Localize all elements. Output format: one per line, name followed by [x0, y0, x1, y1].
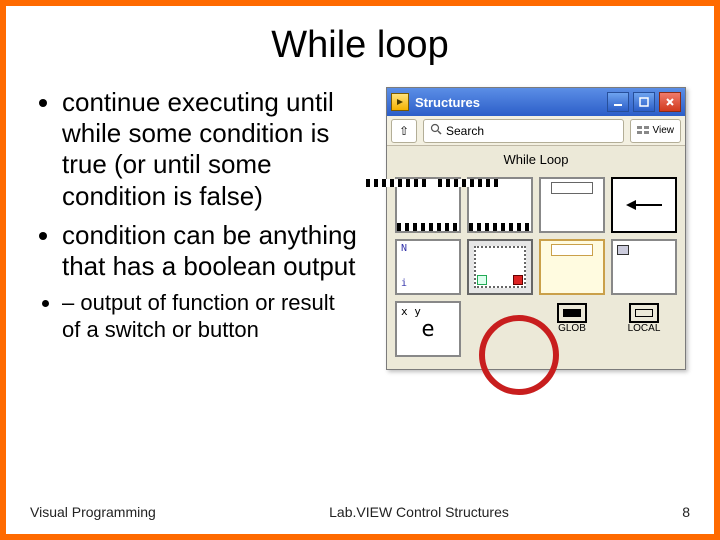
- bulleted-text: continue executing until while some cond…: [34, 87, 358, 351]
- window-title-text: Structures: [415, 95, 480, 110]
- formula-node-icon[interactable]: x y e: [395, 301, 461, 357]
- palette-section-label: While Loop: [387, 146, 685, 173]
- footer-center: Lab.VIEW Control Structures: [329, 504, 509, 520]
- maximize-button[interactable]: [633, 92, 655, 112]
- search-button[interactable]: Search: [423, 119, 624, 143]
- search-label: Search: [446, 124, 484, 138]
- local-var-icon[interactable]: LOCAL: [611, 301, 677, 357]
- slide-footer: Visual Programming Lab.VIEW Control Stru…: [30, 504, 690, 520]
- palette-toolbar: ⇧ Search View: [387, 116, 685, 146]
- for-loop-icon[interactable]: [395, 239, 461, 295]
- structures-palette-window: Structures ⇧: [386, 87, 686, 370]
- view-icon: [637, 124, 649, 138]
- window-title-bar: Structures: [387, 88, 685, 116]
- structures-grid: x y e GLOB LOCAL: [387, 173, 685, 369]
- palette-icon: [391, 93, 409, 111]
- view-button[interactable]: View: [630, 119, 682, 143]
- screenshot-column: Structures ⇧: [366, 87, 686, 370]
- up-button[interactable]: ⇧: [391, 119, 417, 143]
- global-var-icon[interactable]: GLOB: [539, 301, 605, 357]
- footer-left: Visual Programming: [30, 504, 156, 520]
- slide-title: While loop: [34, 24, 686, 67]
- event-structure-icon[interactable]: [539, 239, 605, 295]
- view-label: View: [653, 125, 675, 136]
- iteration-terminal-icon: [477, 275, 487, 285]
- bullet-2: condition can be anything that has a boo…: [62, 220, 358, 282]
- close-button[interactable]: [659, 92, 681, 112]
- sub-bullet-1: output of function or result of a switch…: [62, 290, 358, 343]
- stacked-sequence-icon[interactable]: [467, 177, 533, 233]
- minimize-button[interactable]: [607, 92, 629, 112]
- feedback-node-icon[interactable]: [611, 177, 677, 233]
- body-row: continue executing until while some cond…: [34, 87, 686, 370]
- case-structure-icon[interactable]: [539, 177, 605, 233]
- timed-structure-icon[interactable]: [611, 239, 677, 295]
- slide: While loop continue executing until whil…: [0, 0, 720, 540]
- footer-page-number: 8: [682, 504, 690, 520]
- bullet-1: continue executing until while some cond…: [62, 87, 358, 212]
- conditional-terminal-icon: [513, 275, 523, 285]
- while-loop-icon[interactable]: [467, 239, 533, 295]
- search-icon: [430, 123, 442, 138]
